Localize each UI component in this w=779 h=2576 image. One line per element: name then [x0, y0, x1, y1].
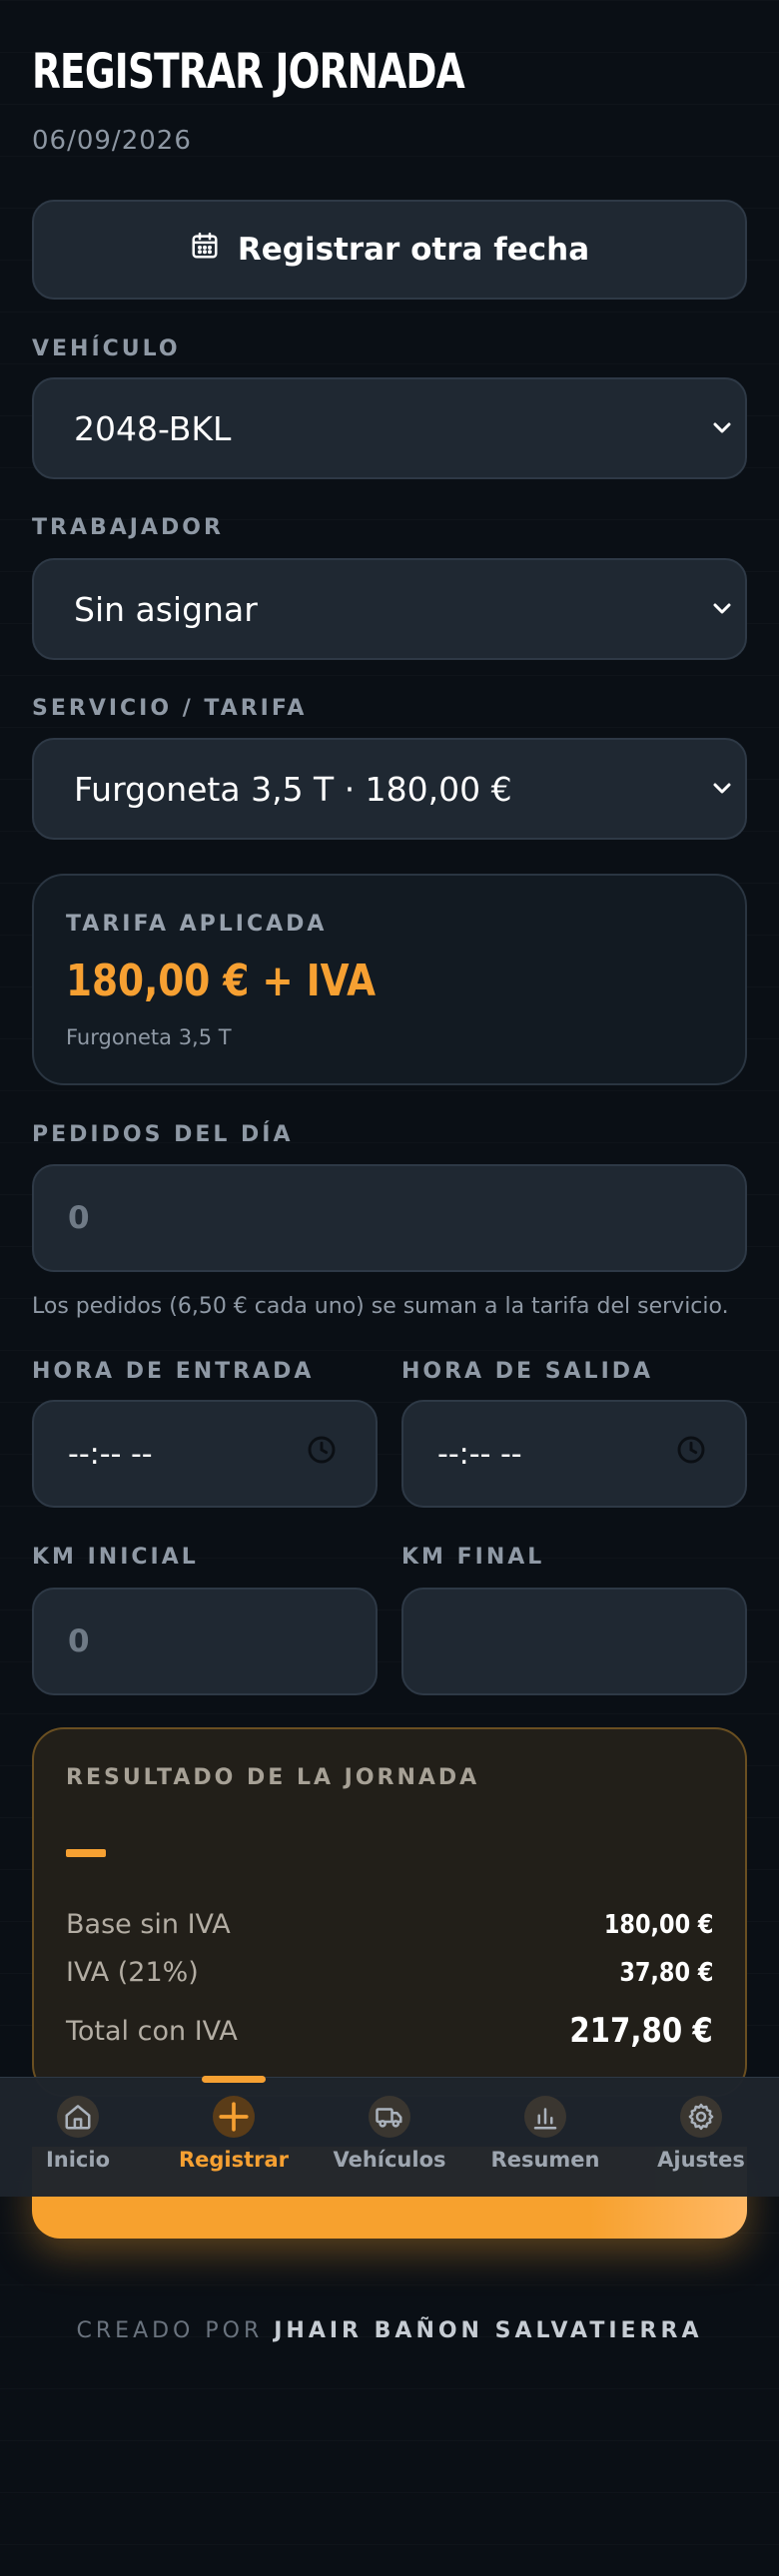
nav-label-ajustes: Ajustes — [657, 2148, 745, 2172]
km-start-placeholder: 0 — [68, 1623, 90, 1659]
orders-input-placeholder: 0 — [68, 1200, 90, 1236]
orders-hint: Los pedidos (6,50 € cada uno) se suman a… — [32, 1294, 729, 1319]
service-label: SERVICIO / TARIFA — [32, 696, 308, 721]
km-end-label: KM FINAL — [401, 1545, 545, 1570]
calendar-icon — [190, 231, 220, 269]
credits-footer: CREADO POR JHAIR BAÑON SALVATIERRA — [0, 2318, 779, 2343]
orders-label: PEDIDOS DEL DÍA — [32, 1122, 294, 1147]
service-select[interactable]: Furgoneta 3,5 T · 180,00 € — [32, 738, 747, 840]
nav-item-ajustes[interactable]: Ajustes — [623, 2078, 779, 2197]
time-in-input[interactable]: --:-- -- — [32, 1400, 378, 1508]
gear-icon — [680, 2096, 722, 2138]
orders-input[interactable]: 0 — [32, 1164, 747, 1272]
applied-tariff-service: Furgoneta 3,5 T — [66, 1025, 232, 1049]
result-base-value: 180,00 € — [603, 1909, 713, 1940]
time-out-label: HORA DE SALIDA — [401, 1359, 654, 1384]
chevron-down-icon — [709, 596, 735, 622]
result-placeholder-dash — [66, 1849, 106, 1857]
result-iva-value: 37,80 € — [618, 1957, 713, 1988]
bottom-nav: Inicio Registrar Vehículos Resumen Ajust… — [0, 2077, 779, 2197]
result-total-value: 217,80 € — [569, 2011, 713, 2051]
nav-label-inicio: Inicio — [45, 2148, 111, 2172]
credits-author: JHAIR BAÑON SALVATIERRA — [274, 2318, 703, 2343]
vehicle-select-value: 2048-BKL — [74, 408, 232, 448]
km-start-label: KM INICIAL — [32, 1545, 199, 1570]
vehicle-label: VEHÍCULO — [32, 336, 181, 361]
home-icon — [57, 2096, 99, 2138]
chevron-down-icon — [709, 415, 735, 441]
nav-item-resumen[interactable]: Resumen — [467, 2078, 623, 2197]
credits-prefix: CREADO POR — [76, 2318, 264, 2343]
other-date-button[interactable]: Registrar otra fecha — [32, 200, 747, 300]
result-total-key: Total con IVA — [66, 2015, 238, 2047]
service-select-value: Furgoneta 3,5 T · 180,00 € — [74, 769, 512, 809]
nav-item-registrar[interactable]: Registrar — [156, 2078, 312, 2197]
plus-icon — [213, 2096, 255, 2138]
other-date-button-label: Registrar otra fecha — [237, 232, 590, 268]
page-title: REGISTRAR JORNADA — [32, 44, 465, 100]
applied-tariff-label: TARIFA APLICADA — [66, 912, 328, 937]
nav-label-resumen: Resumen — [490, 2148, 600, 2172]
result-row-base: Base sin IVA 180,00 € — [66, 1909, 713, 1940]
worker-select[interactable]: Sin asignar — [32, 558, 747, 660]
nav-label-registrar: Registrar — [178, 2148, 290, 2172]
nav-item-vehiculos[interactable]: Vehículos — [312, 2078, 467, 2197]
clock-icon — [306, 1434, 338, 1474]
result-base-key: Base sin IVA — [66, 1909, 231, 1940]
current-date: 06/09/2026 — [32, 126, 192, 156]
worker-select-value: Sin asignar — [74, 589, 258, 629]
result-iva-key: IVA (21%) — [66, 1957, 199, 1988]
time-out-input[interactable]: --:-- -- — [401, 1400, 747, 1508]
result-label: RESULTADO DE LA JORNADA — [66, 1765, 480, 1790]
km-end-input[interactable] — [401, 1588, 747, 1695]
nav-item-inicio[interactable]: Inicio — [0, 2078, 156, 2197]
clock-icon — [675, 1434, 707, 1474]
result-card: RESULTADO DE LA JORNADA Base sin IVA 180… — [32, 1727, 747, 2097]
km-start-input[interactable]: 0 — [32, 1588, 378, 1695]
truck-icon — [369, 2096, 410, 2138]
worker-label: TRABAJADOR — [32, 515, 224, 540]
bar-chart-icon — [524, 2096, 566, 2138]
chevron-down-icon — [709, 776, 735, 802]
vehicle-select[interactable]: 2048-BKL — [32, 377, 747, 479]
time-out-value: --:-- -- — [437, 1436, 522, 1472]
nav-label-vehiculos: Vehículos — [333, 2148, 446, 2172]
result-row-iva: IVA (21%) 37,80 € — [66, 1957, 713, 1988]
time-in-label: HORA DE ENTRADA — [32, 1359, 315, 1384]
result-row-total: Total con IVA 217,80 € — [66, 2011, 713, 2051]
time-in-value: --:-- -- — [68, 1436, 153, 1472]
applied-tariff-value: 180,00 € + IVA — [66, 956, 377, 1006]
applied-tariff-card: TARIFA APLICADA 180,00 € + IVA Furgoneta… — [32, 874, 747, 1085]
